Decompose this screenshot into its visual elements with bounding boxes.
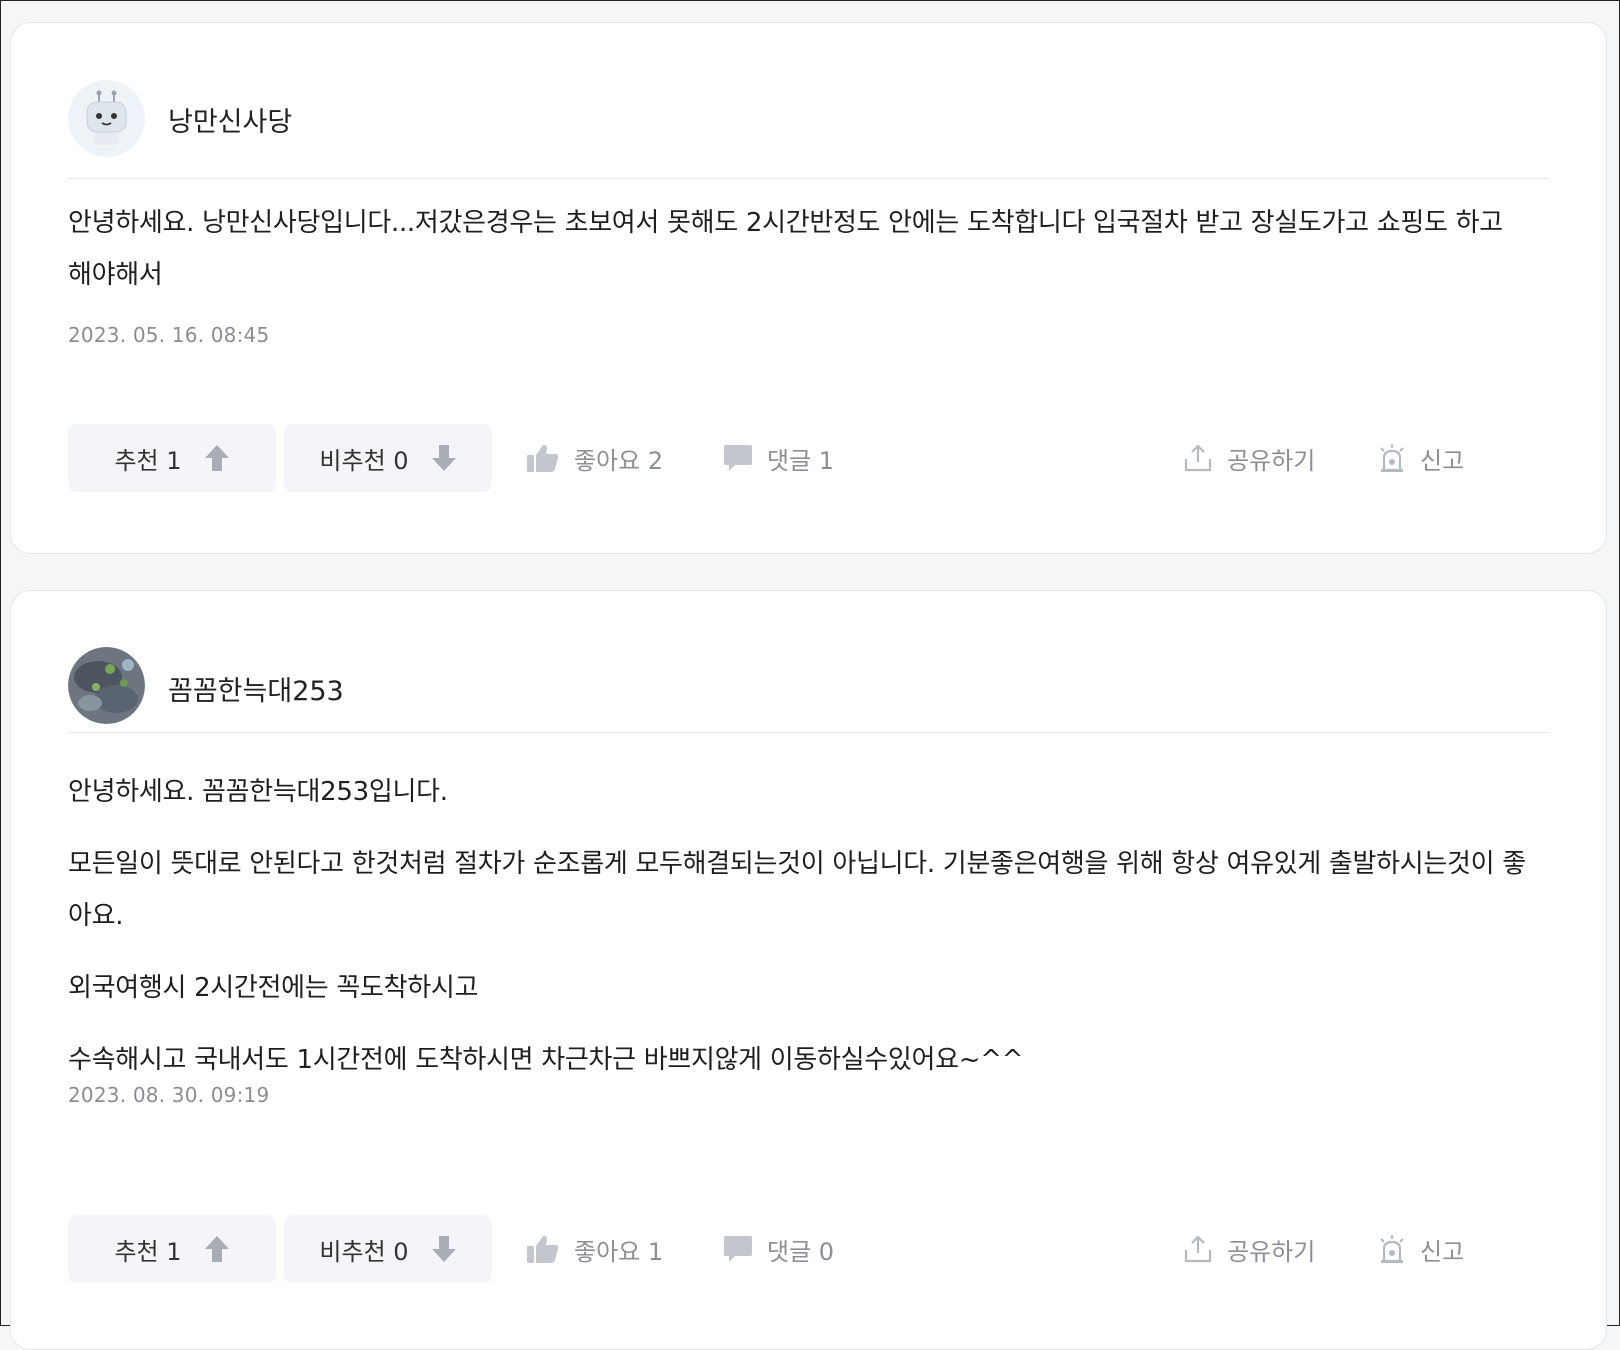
author-name[interactable]: 낭만신사당 [168,100,292,139]
answer-actions: 추천 1 비추천 0 좋아요 1 댓글 0 공유하기 신고 [68,1215,1549,1283]
comment-button[interactable]: 댓글 0 [723,1215,834,1283]
answer-date: 2023. 05. 16. 08:45 [68,323,270,347]
not-recommend-label: 비추천 0 [319,446,409,475]
arrow-up-icon [204,1235,230,1263]
recommend-label: 추천 1 [114,446,182,475]
share-upload-icon [1183,1234,1213,1264]
answer-paragraph: 안녕하세요. 낭만신사당입니다...저갔은경우는 초보여서 못해도 2시간반정도… [68,208,1503,290]
arrow-down-icon [431,1235,457,1263]
thumbs-up-icon [526,1234,560,1264]
answer-paragraph: 안녕하세요. 꼼꼼한늑대253입니다. [68,777,448,807]
answer-body: 안녕하세요. 꼼꼼한늑대253입니다. 모든일이 뜻대로 안된다고 한것처럼 절… [68,766,1526,1106]
siren-icon [1378,1234,1406,1264]
siren-icon [1378,443,1406,473]
report-button[interactable]: 신고 [1378,1215,1464,1283]
author-header: 낭만신사당 [68,80,1549,179]
thumbs-up-icon [526,443,560,473]
share-label: 공유하기 [1227,446,1316,475]
not-recommend-button[interactable]: 비추천 0 [284,424,492,492]
like-button[interactable]: 좋아요 2 [526,424,663,492]
comment-label: 댓글 1 [767,446,835,475]
not-recommend-label: 비추천 0 [319,1237,409,1266]
like-label: 좋아요 2 [574,446,664,475]
like-label: 좋아요 1 [574,1237,664,1266]
like-button[interactable]: 좋아요 1 [526,1215,663,1283]
answer-card: 낭만신사당 안녕하세요. 낭만신사당입니다...저갔은경우는 초보여서 못해도 … [10,22,1607,554]
answer-paragraph: 모든일이 뜻대로 안된다고 한것처럼 절차가 순조롭게 모두해결되는것이 아닙니… [68,849,1526,931]
author-header: 꼼꼼한늑대253 [68,647,1549,733]
answer-paragraph: 수속해시고 국내서도 1시간전에 도착하시면 차근차근 바쁘지않게 이동하실수있… [68,1045,1024,1075]
answer-actions: 추천 1 비추천 0 좋아요 2 댓글 1 공유하기 신고 [68,424,1549,492]
recommend-label: 추천 1 [114,1237,182,1266]
answer-body: 안녕하세요. 낭만신사당입니다...저갔은경우는 초보여서 못해도 2시간반정도… [68,197,1526,321]
report-label: 신고 [1420,1237,1465,1266]
recommend-button[interactable]: 추천 1 [68,424,276,492]
speech-bubble-icon [723,443,753,473]
arrow-down-icon [431,444,457,472]
comment-button[interactable]: 댓글 1 [723,424,834,492]
avatar[interactable] [68,80,145,157]
answer-paragraph: 외국여행시 2시간전에는 꼭도착하시고 [68,973,479,1003]
comment-label: 댓글 0 [767,1237,835,1266]
author-name[interactable]: 꼼꼼한늑대253 [168,669,344,708]
speech-bubble-icon [723,1234,753,1264]
avatar[interactable] [68,647,145,724]
share-label: 공유하기 [1227,1237,1316,1266]
answer-date: 2023. 08. 30. 09:19 [68,1083,270,1107]
report-label: 신고 [1420,446,1465,475]
share-button[interactable]: 공유하기 [1183,424,1315,492]
arrow-up-icon [204,444,230,472]
answer-card: 꼼꼼한늑대253 안녕하세요. 꼼꼼한늑대253입니다. 모든일이 뜻대로 안된… [10,590,1607,1350]
share-upload-icon [1183,443,1213,473]
not-recommend-button[interactable]: 비추천 0 [284,1215,492,1283]
recommend-button[interactable]: 추천 1 [68,1215,276,1283]
share-button[interactable]: 공유하기 [1183,1215,1315,1283]
report-button[interactable]: 신고 [1378,424,1464,492]
